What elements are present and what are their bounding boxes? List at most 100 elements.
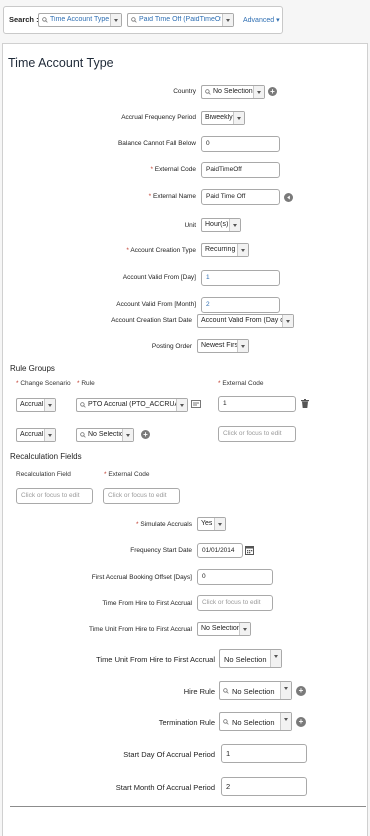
- start-day-input[interactable]: 1: [221, 744, 307, 763]
- hire-rule-value: No Selection: [232, 687, 275, 696]
- chevron-down-icon[interactable]: [214, 518, 225, 530]
- time-unit-hire-value: No Selection: [201, 625, 241, 632]
- rule-details-icon[interactable]: [191, 400, 201, 408]
- external-name-label: * External Name: [148, 193, 196, 200]
- unit-select[interactable]: Hour(s): [201, 218, 241, 232]
- time-unit-hire-label: Time Unit From Hire to First Accrual: [88, 626, 192, 633]
- first-offset-label: First Accrual Booking Offset [Days]: [91, 574, 192, 581]
- advanced-link[interactable]: Advanced ▾: [243, 16, 280, 24]
- start-date-value: Account Valid From (Day o...: [201, 317, 283, 324]
- chevron-down-icon[interactable]: [280, 713, 291, 730]
- external-code-label: * External Code: [150, 166, 196, 173]
- change-scenario-select[interactable]: Accrual: [16, 398, 56, 412]
- start-month-input[interactable]: 2: [221, 777, 307, 796]
- calendar-icon[interactable]: [245, 545, 254, 555]
- balance-input[interactable]: 0: [201, 136, 280, 152]
- recalc-external-code-header: * External Code: [104, 471, 150, 478]
- add-icon[interactable]: +: [296, 717, 306, 727]
- first-offset-input[interactable]: 0: [197, 569, 273, 585]
- frequency-start-label: Frequency Start Date: [130, 547, 192, 554]
- rule-external-code-input[interactable]: 1: [218, 396, 296, 412]
- add-icon[interactable]: +: [268, 87, 277, 96]
- valid-month-input[interactable]: 2: [201, 297, 280, 313]
- first-offset-value: 0: [202, 573, 206, 580]
- chevron-down-icon[interactable]: [253, 86, 264, 98]
- record-select[interactable]: Paid Time Off (PaidTimeOff): [127, 13, 234, 27]
- footer-divider: [10, 806, 366, 807]
- hire-to-first-placeholder: Click or focus to edit: [202, 599, 261, 606]
- hire-to-first-label: Time From Hire to First Accrual: [102, 600, 192, 607]
- chevron-down-icon[interactable]: [282, 315, 293, 327]
- add-icon[interactable]: +: [296, 686, 306, 696]
- change-scenario-select[interactable]: Accrual: [16, 428, 56, 442]
- object-type-value: Time Account Type: [50, 16, 110, 23]
- accrual-frequency-select[interactable]: Biweekly: [201, 111, 245, 125]
- search-icon: [42, 17, 48, 23]
- unit-label: Unit: [184, 222, 196, 229]
- chevron-down-icon[interactable]: [176, 399, 187, 411]
- chevron-down-icon[interactable]: [44, 429, 55, 441]
- external-code-input[interactable]: PaidTimeOff: [201, 162, 280, 178]
- rule-external-code-input[interactable]: Click or focus to edit: [218, 426, 296, 442]
- external-name-value: Paid Time Off: [206, 193, 246, 200]
- search-icon: [131, 17, 137, 23]
- time-unit-hire-select[interactable]: No Selection: [197, 622, 251, 636]
- posting-order-select[interactable]: Newest First: [197, 339, 249, 353]
- chevron-down-icon[interactable]: [237, 340, 248, 352]
- accrual-frequency-label: Accrual Frequency Period: [121, 114, 196, 121]
- start-day-value: 1: [226, 749, 231, 758]
- chevron-down-icon[interactable]: [110, 14, 121, 26]
- search-icon: [80, 402, 86, 408]
- add-icon[interactable]: +: [141, 430, 150, 439]
- external-name-input[interactable]: Paid Time Off: [201, 189, 280, 205]
- rule-value: PTO Accrual (PTO_ACCRUAL): [88, 401, 186, 408]
- change-scenario-value: Accrual: [20, 401, 44, 408]
- valid-day-input[interactable]: 1: [201, 270, 280, 286]
- country-label: Country: [173, 88, 196, 95]
- simulate-label: * Simulate Accruals: [135, 521, 192, 528]
- country-value: No Selection: [213, 88, 253, 95]
- termination-rule-label: Termination Rule: [158, 718, 215, 727]
- chevron-down-icon[interactable]: [233, 112, 244, 124]
- posting-order-label: Posting Order: [151, 343, 192, 350]
- valid-month-label: Account Valid From [Month]: [116, 301, 196, 308]
- info-badge-icon[interactable]: [284, 193, 293, 202]
- recalc-external-code-input[interactable]: Click or focus to edit: [103, 488, 180, 504]
- chevron-down-icon[interactable]: [237, 244, 248, 256]
- frequency-start-value: 01/01/2014: [202, 547, 235, 554]
- start-date-select[interactable]: Account Valid From (Day o...: [197, 314, 294, 328]
- page-title: Time Account Type: [8, 56, 114, 70]
- simulate-select[interactable]: Yes: [197, 517, 226, 531]
- valid-day-label: Account Valid From [Day]: [122, 274, 196, 281]
- chevron-down-icon[interactable]: [229, 219, 240, 231]
- search-icon: [80, 432, 86, 438]
- chevron-down-icon[interactable]: [44, 399, 55, 411]
- chevron-down-icon[interactable]: [270, 650, 281, 667]
- creation-type-select[interactable]: Recurring: [201, 243, 249, 257]
- change-scenario-header: * Change Scenario: [16, 380, 71, 387]
- chevron-down-icon[interactable]: [239, 623, 250, 635]
- rule-select[interactable]: No Selection: [76, 428, 134, 442]
- trash-icon[interactable]: [301, 399, 309, 408]
- chevron-down-icon[interactable]: [222, 14, 233, 26]
- frequency-start-input[interactable]: 01/01/2014: [197, 543, 243, 558]
- unit-value: Hour(s): [205, 221, 229, 228]
- valid-month-value: 2: [206, 301, 210, 308]
- search-label: Search :: [9, 15, 39, 24]
- recalc-field-header: Recalculation Field: [16, 471, 71, 478]
- simulate-value: Yes: [201, 520, 213, 527]
- chevron-down-icon[interactable]: [280, 682, 291, 699]
- termination-rule-select[interactable]: No Selection: [219, 712, 292, 731]
- chevron-down-icon[interactable]: [122, 429, 133, 441]
- hire-to-first-input[interactable]: Click or focus to edit: [197, 595, 273, 611]
- rule-header: * Rule: [77, 380, 95, 387]
- recalc-field-input[interactable]: Click or focus to edit: [16, 488, 93, 504]
- external-code-value: PaidTimeOff: [206, 166, 242, 173]
- object-type-select[interactable]: Time Account Type: [38, 13, 122, 27]
- hire-rule-select[interactable]: No Selection: [219, 681, 292, 700]
- search-icon: [205, 89, 211, 95]
- rule-select[interactable]: PTO Accrual (PTO_ACCRUAL): [76, 398, 188, 412]
- hire-rule-label: Hire Rule: [183, 687, 215, 696]
- time-unit-hire-large-select[interactable]: No Selection: [219, 649, 282, 668]
- country-select[interactable]: No Selection: [201, 85, 265, 99]
